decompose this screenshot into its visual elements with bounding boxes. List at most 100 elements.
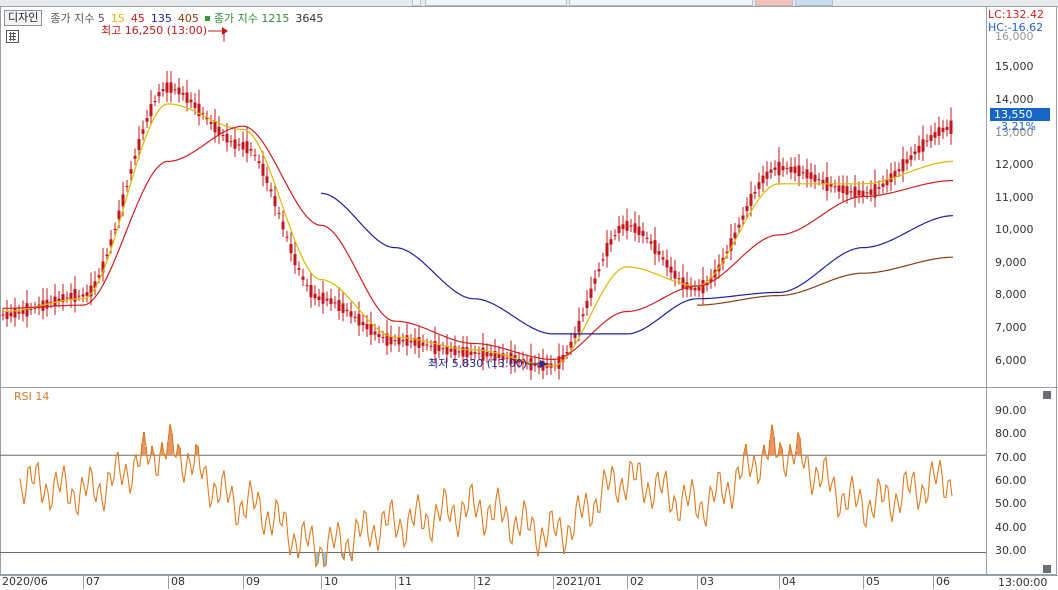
price-candle <box>81 294 85 297</box>
price-tick: 6,000 <box>995 354 1027 367</box>
price-candle <box>9 312 13 317</box>
price-candle <box>757 182 761 189</box>
time-label: 2020/06 <box>2 575 48 588</box>
price-candle <box>173 89 177 91</box>
price-candle <box>861 190 865 197</box>
price-candle <box>281 221 285 230</box>
price-candle <box>857 190 861 196</box>
price-candle <box>373 331 377 335</box>
price-candle <box>761 175 765 184</box>
price-candle <box>341 303 345 313</box>
price-tick: 9,000 <box>995 256 1027 269</box>
price-candle <box>405 335 409 346</box>
price-candle <box>345 309 349 312</box>
price-candle <box>773 167 777 170</box>
price-candle <box>845 186 849 195</box>
legend-ma15[interactable]: 15 <box>111 12 125 25</box>
legend-ma405[interactable]: 405 <box>178 12 199 25</box>
grid-icon[interactable] <box>6 30 19 43</box>
price-candle <box>313 293 317 299</box>
price-candle <box>169 82 173 93</box>
time-label: 09 <box>246 575 260 588</box>
pane-separator[interactable] <box>0 387 1058 388</box>
price-candle <box>125 186 129 188</box>
price-candle <box>189 99 193 103</box>
price-candle <box>685 282 689 290</box>
price-candle <box>945 126 949 131</box>
price-candle <box>389 336 393 345</box>
price-candle <box>701 279 705 294</box>
price-candle <box>329 298 333 304</box>
time-axis-tick <box>627 575 628 589</box>
price-candle <box>129 169 133 174</box>
price-candle <box>749 193 753 206</box>
price-candle <box>569 341 573 348</box>
price-candle <box>361 322 365 326</box>
rsi-tick: 60.00 <box>995 474 1027 487</box>
price-candle <box>777 161 781 176</box>
price-candle <box>401 339 405 342</box>
price-candle <box>617 225 621 234</box>
chart-canvas[interactable] <box>0 0 1058 589</box>
price-candle <box>301 276 305 280</box>
price-candle <box>133 155 137 159</box>
price-candle <box>697 286 701 291</box>
time-label: 08 <box>171 575 185 588</box>
price-candle <box>357 313 361 326</box>
price-candle <box>153 100 157 102</box>
price-candle <box>369 323 373 335</box>
price-candle <box>925 140 929 142</box>
price-candle <box>337 300 341 311</box>
time-axis-tick <box>779 575 780 589</box>
price-candle <box>177 87 181 95</box>
legend-volume-label[interactable]: 종가 지수 1215 <box>214 10 289 26</box>
rsi-tick: 70.00 <box>995 451 1027 464</box>
high-annotation: 최고 16,250 (13:00) <box>101 24 208 37</box>
pane-scroll-button[interactable] <box>1043 391 1051 399</box>
legend-close-label[interactable]: 종가 지수 5 <box>50 10 104 26</box>
design-button[interactable]: 디자인 <box>4 10 43 26</box>
time-axis[interactable] <box>0 575 1058 590</box>
rsi-title[interactable]: RSI 14 <box>14 390 49 403</box>
price-candle <box>309 285 313 298</box>
price-candle <box>417 337 421 348</box>
price-candle <box>1 314 5 316</box>
rsi-tick: 40.00 <box>995 521 1027 534</box>
pane-scroll-button[interactable] <box>1043 565 1051 573</box>
price-candle <box>485 352 489 357</box>
price-candle <box>233 139 237 149</box>
price-candle <box>165 82 169 93</box>
price-candle <box>229 141 233 143</box>
price-candle <box>577 320 581 333</box>
price-candle <box>581 314 585 317</box>
price-candle <box>909 155 913 160</box>
time-label: 07 <box>86 575 100 588</box>
price-candle <box>741 215 745 220</box>
ma135-line <box>320 192 953 335</box>
price-candle <box>905 159 909 164</box>
price-tick: 15,000 <box>995 60 1034 73</box>
ma405-line <box>697 256 953 306</box>
price-candle <box>901 159 905 172</box>
price-candle <box>77 295 81 297</box>
legend-ma45[interactable]: 45 <box>131 12 145 25</box>
price-candle <box>221 135 225 137</box>
legend-ma135[interactable]: 135 <box>151 12 172 25</box>
price-axis-separator <box>986 6 987 575</box>
price-candle <box>145 118 149 122</box>
time-label: 06 <box>936 575 950 588</box>
time-axis-tick <box>243 575 244 589</box>
price-candle <box>397 337 401 345</box>
price-candle <box>745 205 749 212</box>
rsi-line <box>19 424 953 568</box>
price-candle <box>821 179 825 184</box>
price-candle <box>349 311 353 317</box>
price-candle <box>565 351 569 354</box>
price-candle <box>677 278 681 280</box>
price-candle <box>613 235 617 237</box>
price-candle <box>289 244 293 254</box>
price-candle <box>149 104 153 117</box>
price-candle <box>5 311 9 320</box>
rsi-tick: 30.00 <box>995 544 1027 557</box>
price-candle <box>409 340 413 343</box>
